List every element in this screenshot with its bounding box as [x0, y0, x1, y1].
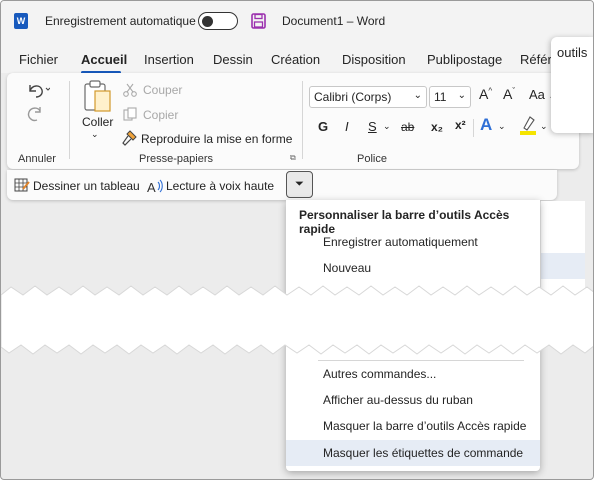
- subscript-button[interactable]: x₂: [431, 120, 443, 134]
- menu-item-more-commands[interactable]: Autres commandes...: [286, 361, 540, 387]
- title-bar: W Enregistrement automatique Document1 –…: [1, 1, 593, 41]
- qat-customize-dropdown-button[interactable]: ⏷: [286, 171, 313, 198]
- menu-item-new[interactable]: Nouveau: [286, 255, 540, 281]
- tab-accueil[interactable]: Accueil: [81, 52, 127, 67]
- cut-button[interactable]: Couper: [143, 83, 182, 97]
- menu-item-hide-command-labels[interactable]: Masquer les étiquettes de commande: [286, 440, 540, 466]
- outils-tab-card[interactable]: outils: [551, 37, 593, 133]
- font-size-select[interactable]: 11 ⌄: [429, 86, 471, 108]
- paste-icon[interactable]: [83, 79, 113, 113]
- tab-outils[interactable]: outils: [557, 45, 587, 60]
- chevron-down-icon: ⌄: [457, 90, 466, 101]
- autosave-label: Enregistrement automatique: [45, 14, 196, 28]
- separator: [473, 119, 474, 137]
- undo-icon[interactable]: [26, 81, 50, 99]
- font-size-value: 11: [434, 90, 447, 104]
- menu-item-hide-qat[interactable]: Masquer la barre d’outils Accès rapide: [286, 413, 540, 439]
- background-panel: [541, 201, 585, 296]
- clipboard-dialog-launcher-icon[interactable]: ⧉: [290, 153, 296, 163]
- menu-item-show-above-ribbon[interactable]: Afficher au-dessus du ruban: [286, 387, 540, 413]
- svg-text:A: A: [147, 180, 156, 194]
- tab-insertion[interactable]: Insertion: [144, 52, 194, 67]
- draw-table-icon[interactable]: [14, 178, 30, 193]
- copy-button[interactable]: Copier: [143, 108, 178, 122]
- ribbon-home: Annuler Coller ⌄ Couper Copier Reproduir…: [7, 73, 579, 169]
- quick-access-toolbar: Dessiner un tableau A Lecture à voix hau…: [7, 170, 557, 200]
- cut-icon[interactable]: [123, 83, 137, 97]
- underline-chevron-icon[interactable]: ⌄: [383, 121, 391, 132]
- chevron-down-icon: ⌄: [413, 90, 422, 101]
- font-name-select[interactable]: Calibri (Corps) ⌄: [309, 86, 427, 108]
- underline-button[interactable]: S: [368, 119, 377, 134]
- word-logo-icon: W: [14, 13, 28, 29]
- highlighter-chevron-icon[interactable]: ⌄: [540, 121, 548, 132]
- read-aloud-icon[interactable]: A: [147, 178, 165, 194]
- shrink-font-button[interactable]: Aˇ: [503, 86, 515, 102]
- separator: [69, 81, 70, 159]
- document-title: Document1 – Word: [282, 14, 386, 28]
- undo-group-label: Annuler: [18, 153, 56, 165]
- italic-button[interactable]: I: [345, 119, 349, 134]
- save-icon[interactable]: [251, 13, 266, 29]
- grow-font-button[interactable]: A^: [479, 86, 492, 102]
- text-effects-button[interactable]: A: [480, 115, 492, 135]
- ribbon-tabs: Fichier Accueil Insertion Dessin Créatio…: [1, 41, 593, 74]
- redo-icon[interactable]: [26, 105, 44, 123]
- menu-item-autosave[interactable]: Enregistrer automatiquement: [286, 229, 540, 255]
- word-window: W Enregistrement automatique Document1 –…: [0, 0, 594, 480]
- read-aloud-button[interactable]: Lecture à voix haute: [166, 179, 274, 193]
- format-painter-icon[interactable]: [121, 130, 137, 146]
- separator: [302, 81, 303, 159]
- format-painter-button[interactable]: Reproduire la mise en forme: [141, 132, 292, 146]
- chevron-down-icon: ⏷: [295, 178, 304, 190]
- clipboard-group-label: Presse-papiers: [139, 153, 213, 165]
- tab-disposition[interactable]: Disposition: [342, 52, 406, 67]
- tab-publipostage[interactable]: Publipostage: [427, 52, 502, 67]
- background-highlight: [541, 253, 585, 279]
- text-effects-chevron-icon[interactable]: ⌄: [498, 121, 506, 132]
- paste-chevron-icon[interactable]: ⌄: [91, 129, 99, 140]
- font-group-label: Police: [357, 153, 387, 165]
- strikethrough-button[interactable]: ab: [401, 120, 414, 134]
- paste-button-label[interactable]: Coller: [82, 115, 113, 129]
- bold-button[interactable]: G: [318, 119, 328, 134]
- draw-table-button[interactable]: Dessiner un tableau: [33, 179, 140, 193]
- tab-dessin[interactable]: Dessin: [213, 52, 253, 67]
- highlighter-icon[interactable]: [519, 115, 537, 135]
- font-name-value: Calibri (Corps): [314, 90, 392, 104]
- copy-icon[interactable]: [123, 107, 137, 121]
- tab-creation[interactable]: Création: [271, 52, 320, 67]
- tab-fichier[interactable]: Fichier: [19, 52, 58, 67]
- autosave-toggle[interactable]: [198, 12, 238, 30]
- superscript-button[interactable]: x²: [455, 118, 466, 132]
- torn-edge-graphic: [1, 285, 593, 355]
